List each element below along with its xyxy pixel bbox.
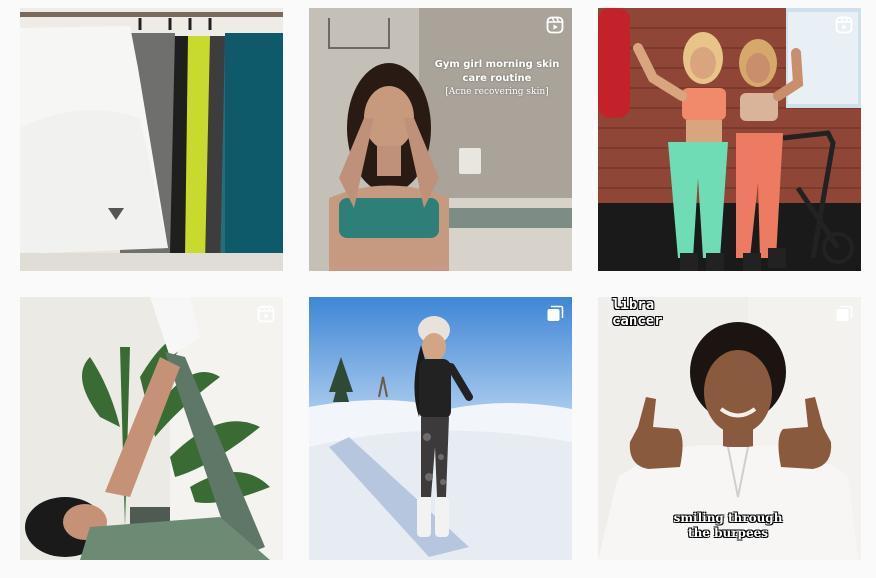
- post-image-skincare: [309, 8, 572, 271]
- reel-icon: [835, 16, 853, 34]
- post-grid: Gym girl morning skin care routine [Acne…: [0, 0, 876, 578]
- post-tile-2[interactable]: Gym girl morning skin care routine [Acne…: [309, 8, 572, 271]
- carousel-icon: [835, 305, 853, 323]
- post-caption-subtitle: [Acne recovering skin]: [445, 87, 549, 97]
- reel-icon: [257, 305, 275, 323]
- post-tile-1[interactable]: [20, 8, 283, 271]
- post-tile-3[interactable]: [598, 8, 861, 271]
- post-image-snow: [309, 297, 572, 560]
- post-image-stretching: [20, 297, 283, 560]
- post-tile-6[interactable]: libra cancer smiling through the burpees: [598, 297, 861, 560]
- post-tile-4[interactable]: [20, 297, 283, 560]
- post-caption-top: libra cancer: [612, 297, 663, 329]
- reel-icon: [546, 16, 564, 34]
- post-tile-5[interactable]: [309, 297, 572, 560]
- carousel-icon: [546, 305, 564, 323]
- post-caption-title: Gym girl morning skin care routine: [434, 59, 560, 84]
- post-image-gym-duo: [598, 8, 861, 271]
- post-image-clothing-rack: [20, 8, 283, 271]
- post-caption-bottom: smiling through the burpees: [673, 511, 783, 540]
